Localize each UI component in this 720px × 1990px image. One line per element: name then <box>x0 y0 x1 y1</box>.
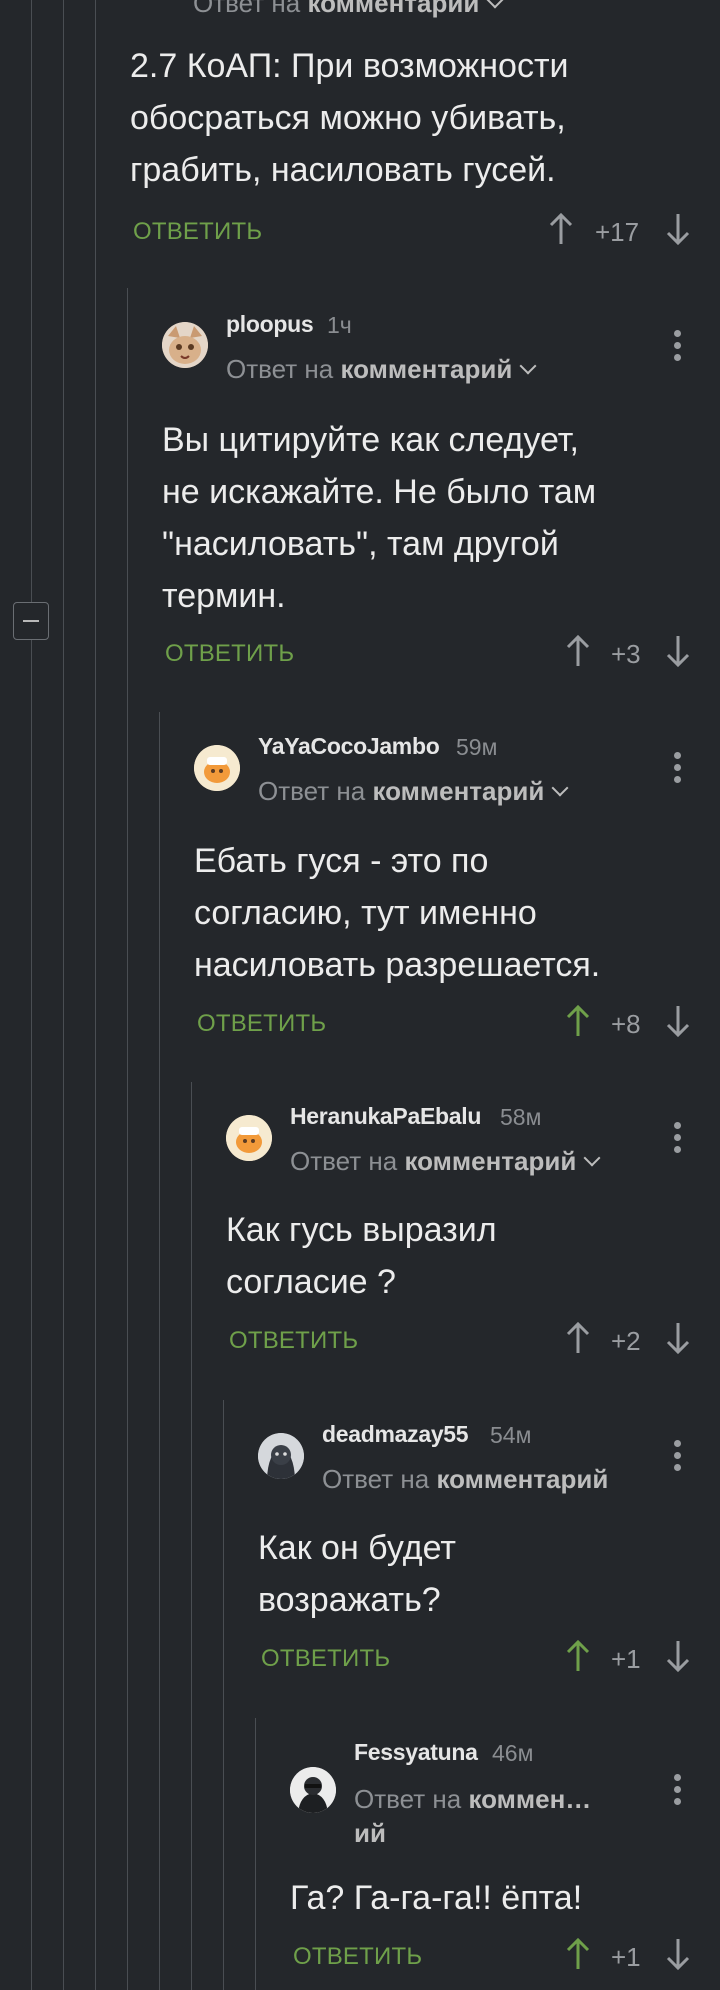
downvote-arrow-icon[interactable] <box>665 1639 691 1673</box>
reply-to-link[interactable]: Ответ на комментарий <box>193 0 504 19</box>
reply-to-link[interactable]: Ответ на комментарий <box>258 776 569 807</box>
author-name[interactable]: deadmazay55 <box>322 1421 469 1448</box>
reply-to-link[interactable]: Ответ на комментарий <box>226 354 537 385</box>
upvote-arrow-icon[interactable] <box>565 1639 591 1673</box>
downvote-arrow-icon[interactable] <box>665 212 691 246</box>
reply-button[interactable]: ОТВЕТИТЬ <box>197 1010 326 1038</box>
comment-time: 46м <box>492 1740 534 1766</box>
upvote-arrow-icon[interactable] <box>565 1004 591 1038</box>
more-vertical-icon[interactable] <box>674 1440 682 1476</box>
rating-score: +8 <box>611 1009 641 1039</box>
thread-line <box>95 0 96 1990</box>
upvote-arrow-icon[interactable] <box>565 1321 591 1355</box>
upvote-arrow-icon[interactable] <box>548 212 574 246</box>
thread-line <box>31 0 32 1990</box>
more-vertical-icon[interactable] <box>674 1774 682 1810</box>
rating-score: +2 <box>611 1326 641 1356</box>
reply-button[interactable]: ОТВЕТИТЬ <box>165 640 294 668</box>
thread-line <box>127 288 128 1990</box>
more-vertical-icon[interactable] <box>674 1122 682 1158</box>
comment-text: Как он будет возражать? <box>258 1529 456 1619</box>
reply-button[interactable]: ОТВЕТИТЬ <box>261 1645 390 1673</box>
downvote-arrow-icon[interactable] <box>665 1004 691 1038</box>
collapse-minus-icon[interactable] <box>13 602 49 640</box>
avatar[interactable] <box>290 1767 336 1813</box>
more-vertical-icon[interactable] <box>674 330 682 366</box>
comment-time: 1ч <box>327 312 352 338</box>
reply-to-link[interactable]: Ответ на комментарий <box>290 1146 601 1177</box>
avatar[interactable] <box>194 745 240 791</box>
author-name[interactable]: HeranukaPaEbalu <box>290 1103 481 1130</box>
comment-time: 54м <box>490 1422 532 1448</box>
downvote-arrow-icon[interactable] <box>665 634 691 668</box>
upvote-arrow-icon[interactable] <box>565 1937 591 1971</box>
rating-score: +17 <box>595 217 640 247</box>
reply-button[interactable]: ОТВЕТИТЬ <box>293 1943 422 1971</box>
comment-text: Вы цитируйте как следует, не искажайте. … <box>162 421 597 615</box>
chevron-down-icon <box>519 357 537 375</box>
reply-to-link[interactable]: Ответ на коммен… ий <box>354 1782 591 1850</box>
upvote-arrow-icon[interactable] <box>565 634 591 668</box>
rating-score: +1 <box>611 1942 641 1972</box>
thread-line <box>255 1718 256 1990</box>
thread-line <box>159 712 160 1990</box>
thread-line <box>191 1082 192 1990</box>
author-name[interactable]: ploopus <box>226 311 314 338</box>
downvote-arrow-icon[interactable] <box>665 1937 691 1971</box>
author-name[interactable]: Fessyatuna <box>354 1739 478 1766</box>
comment-time: 58м <box>500 1104 542 1130</box>
reply-button[interactable]: ОТВЕТИТЬ <box>133 218 262 246</box>
rating-score: +3 <box>611 639 641 669</box>
chevron-down-icon <box>583 1149 601 1167</box>
comment-time: 59м <box>456 734 498 760</box>
chevron-down-icon <box>551 779 569 797</box>
author-name[interactable]: YaYaCocoJambo <box>258 733 440 760</box>
comment-text: Как гусь выразил согласие ? <box>226 1211 497 1301</box>
downvote-arrow-icon[interactable] <box>665 1321 691 1355</box>
comment-text: Ебать гуся - это по согласию, тут именно… <box>194 842 601 984</box>
more-vertical-icon[interactable] <box>674 752 682 788</box>
thread-line <box>63 0 64 1990</box>
avatar[interactable] <box>162 322 208 368</box>
rating-score: +1 <box>611 1644 641 1674</box>
reply-to-link[interactable]: Ответ на комментарий <box>322 1464 608 1495</box>
reply-button[interactable]: ОТВЕТИТЬ <box>229 1327 358 1355</box>
avatar[interactable] <box>226 1115 272 1161</box>
comment-text: 2.7 КоАП: При возможности обосраться мож… <box>130 47 569 189</box>
thread-line <box>223 1400 224 1990</box>
avatar[interactable] <box>258 1433 304 1479</box>
chevron-down-icon <box>486 0 504 9</box>
comment-text: Га? Га-га-га!! ёпта! <box>290 1879 583 1917</box>
